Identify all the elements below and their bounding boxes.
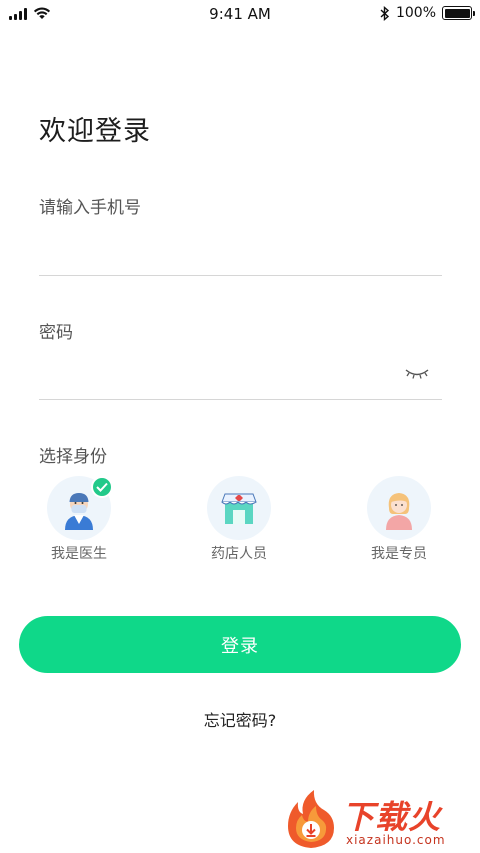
specialist-icon <box>386 493 412 530</box>
specialist-avatar <box>367 476 431 540</box>
status-bar: 9:41 AM 100% <box>0 0 480 30</box>
password-input[interactable] <box>39 356 399 392</box>
role-specialist-label: 我是专员 <box>371 546 427 562</box>
role-doctor[interactable]: 我是医生 <box>29 476 129 563</box>
bluetooth-icon <box>380 5 390 21</box>
eye-closed-icon[interactable] <box>404 366 430 382</box>
pharmacy-icon <box>221 493 257 524</box>
phone-divider <box>39 275 442 276</box>
pharmacy-avatar <box>207 476 271 540</box>
watermark: 下载火 xiazaihuo.com <box>280 788 476 850</box>
watermark-text: 下载火 <box>342 798 442 836</box>
page-title: 欢迎登录 <box>39 116 151 147</box>
password-divider <box>39 399 442 400</box>
role-doctor-label: 我是医生 <box>51 546 107 562</box>
role-pharmacy[interactable]: 药店人员 <box>189 476 289 563</box>
role-pharmacy-label: 药店人员 <box>211 546 267 562</box>
identity-label: 选择身份 <box>39 447 107 467</box>
status-right: 100% <box>380 5 475 21</box>
selected-check-icon <box>91 476 113 498</box>
forgot-password-link[interactable]: 忘记密码? <box>0 707 480 731</box>
phone-input[interactable] <box>39 230 442 266</box>
battery-fill <box>444 8 470 18</box>
role-specialist[interactable]: 我是专员 <box>349 476 449 563</box>
watermark-subtext: xiazaihuo.com <box>346 833 446 847</box>
battery-percent: 100% <box>395 5 436 21</box>
flame-logo-icon <box>288 790 334 848</box>
battery-icon <box>442 6 475 20</box>
password-label: 密码 <box>39 323 73 343</box>
login-button[interactable]: 登录 <box>19 616 461 673</box>
doctor-avatar <box>47 476 113 540</box>
phone-label: 请输入手机号 <box>39 198 141 218</box>
